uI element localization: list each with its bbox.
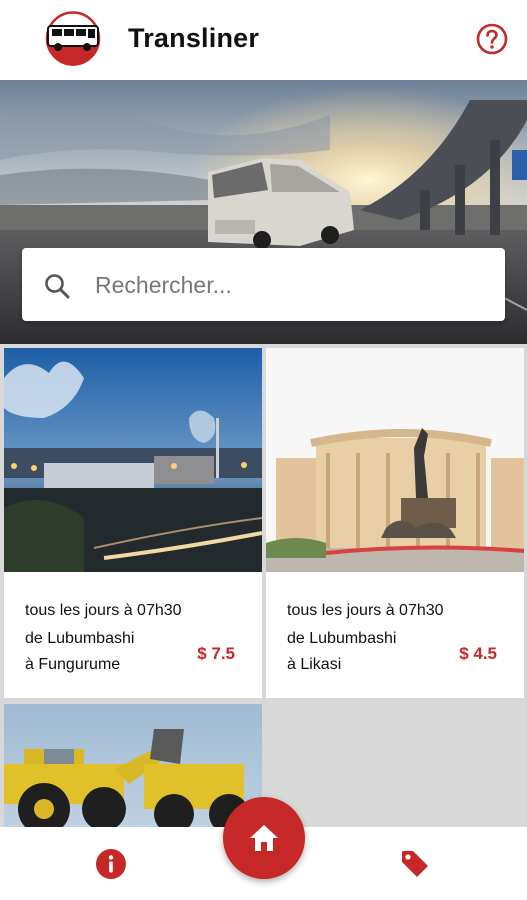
route-price: $ 4.5: [459, 644, 497, 663]
info-icon[interactable]: [95, 848, 127, 880]
search-input[interactable]: [95, 266, 485, 304]
city-night-photo: [4, 348, 262, 572]
price-tag-icon[interactable]: [398, 847, 432, 881]
hotel-monument-photo: [266, 348, 524, 572]
route-card[interactable]: tous les jours à 07h30 de Lubumbashi à F…: [4, 348, 262, 698]
search-bar[interactable]: [22, 248, 505, 321]
route-schedule: tous les jours à 07h30: [287, 602, 444, 619]
route-origin: de Lubumbashi: [287, 630, 397, 647]
bus-logo-icon: [42, 11, 104, 66]
route-schedule: tous les jours à 07h30: [25, 602, 182, 619]
route-destination: à Fungurume: [25, 656, 121, 673]
route-origin: de Lubumbashi: [25, 630, 135, 647]
app-bar: Transliner: [0, 0, 527, 80]
app-title: Transliner: [128, 23, 260, 53]
home-button[interactable]: [223, 797, 305, 879]
route-card[interactable]: tous les jours à 07h30 de Lubumbashi à L…: [266, 348, 524, 698]
home-icon: [250, 825, 278, 851]
route-destination: à Likasi: [287, 656, 342, 673]
route-info: tous les jours à 07h30 de Lubumbashi à F…: [4, 572, 262, 698]
help-circle-icon[interactable]: [475, 22, 509, 56]
search-icon: [43, 272, 71, 300]
route-price: $ 7.5: [197, 644, 235, 663]
route-info: tous les jours à 07h30 de Lubumbashi à L…: [266, 572, 524, 698]
